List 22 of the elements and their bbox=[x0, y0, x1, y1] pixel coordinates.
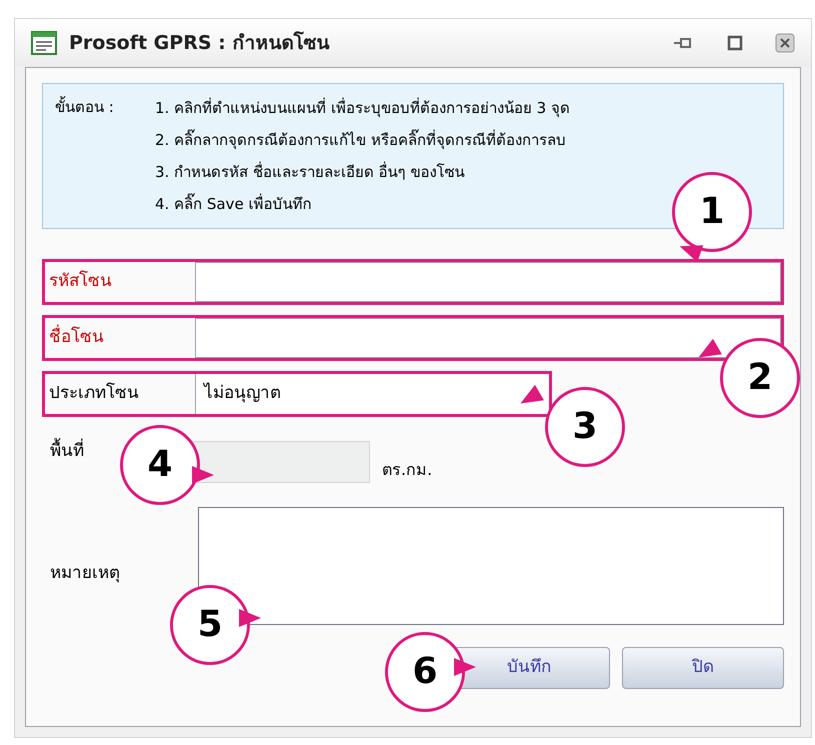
step-text: 4. คลิ๊ก Save เพื่อบันทึก bbox=[155, 192, 312, 215]
field-label: หมายเหตุ bbox=[50, 562, 121, 586]
close-button[interactable]: ปิด bbox=[622, 647, 784, 689]
text-field[interactable] bbox=[195, 262, 781, 302]
step-text: 3. กำหนดรหัส ชื่อและรายละเอียด อื่นๆ ของโซน bbox=[155, 160, 466, 183]
step-text: 2. คลิ๊กลากจุดกรณีต้องการแก้ไข หรือคลิ๊กที่จุดกรณีที่ต้องการลบ bbox=[155, 128, 567, 152]
window-title: Prosoft GPRS : กำหนดโซน bbox=[69, 30, 330, 56]
field-label: รหัสโซน bbox=[48, 270, 113, 294]
steps-label: ขั้นตอน : bbox=[55, 95, 115, 118]
close-icon[interactable] bbox=[775, 33, 795, 53]
text-field[interactable] bbox=[195, 318, 781, 358]
window-icon bbox=[31, 30, 57, 56]
pointer-icon bbox=[192, 464, 214, 486]
step-text: 1. คลิกที่ตำแหน่งบนแผนที่ เพื่อระบุขอบที่ต้องการอย่างน้อย 3 จุด bbox=[155, 96, 570, 120]
field-label: ชื่อโซน bbox=[45, 325, 195, 351]
pointer-icon bbox=[454, 656, 476, 678]
zone-type-dropdown[interactable]: ไม่อนุญาต bbox=[195, 374, 549, 414]
field-label: ประเภทโซน bbox=[48, 382, 140, 406]
maximize-icon[interactable] bbox=[727, 35, 743, 51]
field-label: พื้นที่ bbox=[50, 439, 84, 464]
unit-label: ตร.กม. bbox=[382, 459, 432, 481]
pointer-icon bbox=[239, 607, 261, 629]
